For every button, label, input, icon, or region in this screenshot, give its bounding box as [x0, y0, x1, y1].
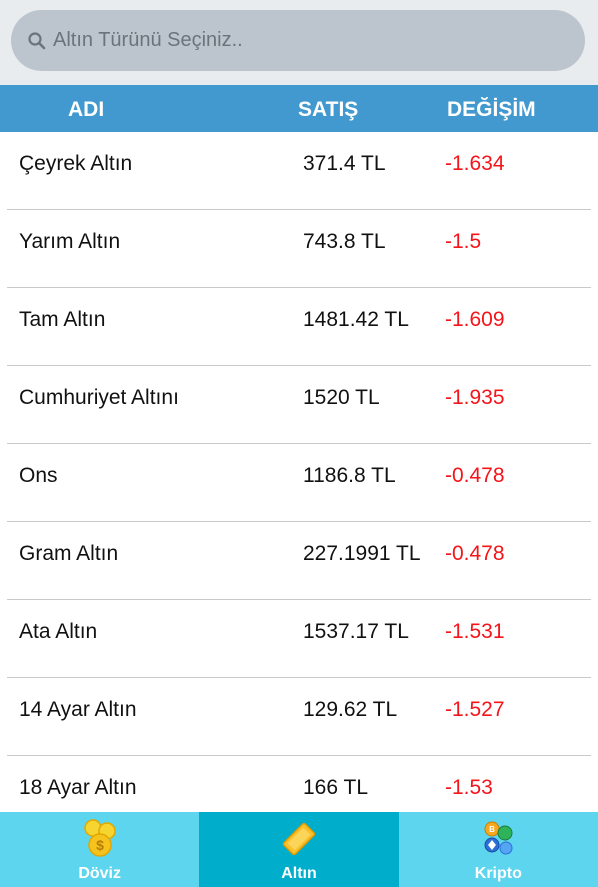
row-change: -1.527 [445, 698, 505, 721]
nav-label: Döviz [78, 865, 121, 882]
column-header-change: DEĞİŞİM [447, 98, 536, 121]
row-sale: 1186.8 TL [303, 464, 396, 487]
table-row[interactable]: Cumhuriyet Altını 1520 TL -1.935 [7, 366, 591, 444]
table-row[interactable]: Gram Altın 227.1991 TL -0.478 [7, 522, 591, 600]
search-input[interactable] [53, 29, 533, 52]
svg-text:$: $ [96, 837, 104, 853]
row-change: -1.634 [445, 152, 505, 175]
row-name: Ons [19, 464, 58, 487]
row-sale: 227.1991 TL [303, 542, 421, 565]
nav-label: Kripto [474, 865, 522, 882]
row-sale: 1537.17 TL [303, 620, 409, 643]
nav-label: Altın [281, 865, 317, 882]
row-name: Tam Altın [19, 308, 106, 331]
row-change: -1.935 [445, 386, 505, 409]
nav-tab-doviz[interactable]: $ Döviz [0, 812, 199, 887]
row-name: Gram Altın [19, 542, 119, 565]
row-sale: 129.62 TL [303, 698, 398, 721]
nav-tab-kripto[interactable]: B Kripto [399, 812, 598, 887]
row-change: -1.53 [445, 776, 493, 799]
row-change: -1.531 [445, 620, 505, 643]
row-sale: 371.4 TL [303, 152, 386, 175]
table-row[interactable]: 14 Ayar Altın 129.62 TL -1.527 [7, 678, 591, 756]
column-header-name: ADI [68, 98, 105, 121]
row-sale: 1520 TL [303, 386, 380, 409]
table-row[interactable]: 18 Ayar Altın 166 TL -1.53 [7, 756, 591, 812]
gold-bar-icon [282, 822, 316, 856]
row-name: Çeyrek Altın [19, 152, 133, 175]
row-change: -0.478 [445, 542, 505, 565]
row-name: 18 Ayar Altın [19, 776, 137, 799]
column-header-sale: SATIŞ [298, 98, 359, 121]
crypto-coins-icon: B [484, 821, 513, 855]
row-sale: 743.8 TL [303, 230, 386, 253]
row-sale: 166 TL [303, 776, 368, 799]
svg-text:B: B [489, 825, 495, 834]
nav-tab-altin[interactable]: Altın [199, 812, 399, 887]
row-sale: 1481.42 TL [303, 308, 409, 331]
bottom-navigation: $ Döviz Altın B Kripto [0, 812, 598, 887]
table-header: ADI SATIŞ DEĞİŞİM [0, 85, 598, 132]
row-name: Ata Altın [19, 620, 98, 643]
coins-icon: $ [83, 819, 116, 857]
row-name: 14 Ayar Altın [19, 698, 137, 721]
gold-price-list[interactable]: Çeyrek Altın 371.4 TL -1.634 Yarım Altın… [0, 132, 598, 812]
table-row[interactable]: Tam Altın 1481.42 TL -1.609 [7, 288, 591, 366]
table-row[interactable]: Ata Altın 1537.17 TL -1.531 [7, 600, 591, 678]
row-name: Cumhuriyet Altını [19, 386, 179, 409]
row-change: -0.478 [445, 464, 505, 487]
search-box[interactable] [11, 10, 585, 71]
search-bar-container [0, 0, 598, 85]
row-change: -1.609 [445, 308, 505, 331]
row-change: -1.5 [445, 230, 482, 253]
table-row[interactable]: Yarım Altın 743.8 TL -1.5 [7, 210, 591, 288]
table-row[interactable]: Çeyrek Altın 371.4 TL -1.634 [7, 132, 591, 210]
row-name: Yarım Altın [19, 230, 121, 253]
search-icon [28, 31, 46, 49]
table-row[interactable]: Ons 1186.8 TL -0.478 [7, 444, 591, 522]
